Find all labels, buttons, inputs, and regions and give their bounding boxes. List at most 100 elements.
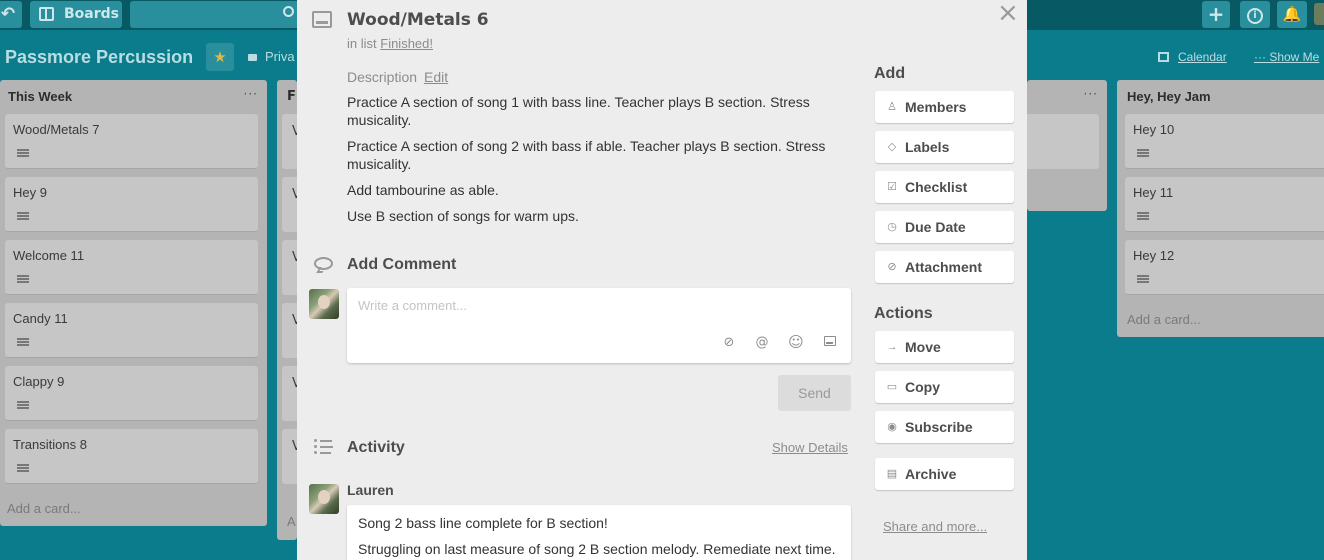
description-paragraph: Add tambourine as able. — [347, 182, 499, 198]
info-icon: i — [1247, 8, 1263, 24]
due-date-label: Due Date — [905, 219, 966, 235]
activity-comment: Song 2 bass line complete for B section!… — [347, 505, 851, 560]
card-link-icon[interactable] — [824, 336, 836, 346]
comment-input[interactable]: Write a comment... ⊘ @ ☺ — [347, 288, 851, 363]
list-card[interactable]: V — [282, 366, 301, 421]
list-card[interactable]: V — [282, 240, 301, 295]
comment-placeholder: Write a comment... — [358, 298, 467, 313]
list-card[interactable]: Hey 9 — [5, 177, 258, 232]
list-card[interactable]: Candy 11 — [5, 303, 258, 358]
description-edit-link[interactable]: Edit — [424, 69, 448, 85]
list-card[interactable]: Hey 10 — [1125, 114, 1324, 169]
description-icon — [17, 212, 29, 220]
list-title[interactable]: F — [287, 89, 296, 104]
list-name-link[interactable]: Finished! — [380, 36, 433, 51]
add-card-link[interactable]: A — [287, 514, 296, 529]
activity-comment-line: Struggling on last measure of song 2 B s… — [358, 541, 836, 557]
add-card-link[interactable]: Add a card... — [1127, 312, 1201, 327]
search-icon — [283, 6, 294, 17]
back-icon: ↶ — [0, 4, 16, 24]
attachment-icon[interactable]: ⊘ — [721, 335, 737, 350]
calendar-link[interactable]: Calendar — [1158, 50, 1227, 64]
star-button[interactable]: ★ — [206, 43, 234, 71]
list-menu-icon[interactable]: ··· — [244, 87, 258, 101]
avatar — [309, 484, 339, 514]
lock-icon — [248, 54, 257, 61]
comment-icon — [314, 257, 333, 270]
members-button[interactable]: ♙ Members — [875, 91, 1014, 123]
subscribe-label: Subscribe — [905, 419, 973, 435]
eye-icon: ◉ — [887, 421, 897, 433]
list-card[interactable]: Welcome 11 — [5, 240, 258, 295]
list-card[interactable]: V — [282, 177, 301, 232]
due-date-button[interactable]: ◷ Due Date — [875, 211, 1014, 243]
description-icon — [17, 464, 29, 472]
user-avatar[interactable] — [1314, 3, 1324, 25]
show-details-link[interactable]: Show Details — [772, 440, 848, 455]
calendar-icon — [1158, 52, 1169, 62]
share-and-more-link[interactable]: Share and more... — [883, 519, 987, 534]
visibility-button[interactable]: Priva — [248, 49, 295, 64]
emoji-icon[interactable]: ☺ — [788, 333, 804, 351]
send-button[interactable]: Send — [778, 375, 851, 411]
checklist-button[interactable]: ☑ Checklist — [875, 171, 1014, 203]
card-icon — [312, 11, 332, 28]
list-card[interactable]: Hey 12 — [1125, 240, 1324, 295]
activity-user-name[interactable]: Lauren — [347, 482, 394, 498]
show-menu-link[interactable]: ··· Show Me — [1254, 50, 1319, 64]
card-title-heading[interactable]: Wood/Metals 6 — [347, 10, 489, 30]
add-button[interactable]: + — [1202, 1, 1230, 28]
card-title: Welcome 11 — [13, 248, 85, 263]
description-text[interactable]: Practice A section of song 1 with bass l… — [347, 93, 847, 233]
member-icon: ♙ — [887, 101, 897, 113]
copy-button[interactable]: ▭ Copy — [875, 371, 1014, 403]
paperclip-icon: ⊘ — [887, 261, 897, 273]
description-icon — [17, 149, 29, 157]
activity-comment-line: Song 2 bass line complete for B section! — [358, 515, 608, 531]
list-card[interactable]: V — [282, 303, 301, 358]
notifications-button[interactable]: 🔔 — [1277, 1, 1307, 28]
list-hey-hey-jam: Hey, Hey Jam Hey 10 Hey 11 Hey 12 Add a … — [1117, 80, 1324, 337]
activity-title: Activity — [347, 439, 405, 456]
card-title: Hey 9 — [13, 185, 47, 200]
list-card[interactable]: Wood/Metals 7 — [5, 114, 258, 169]
mention-icon[interactable]: @ — [754, 335, 770, 350]
list-title[interactable]: This Week — [8, 89, 72, 104]
list-card[interactable]: Clappy 9 — [5, 366, 258, 421]
checklist-label: Checklist — [905, 179, 968, 195]
move-button[interactable]: → Move — [875, 331, 1014, 363]
activity-icon — [314, 439, 333, 455]
search-input[interactable] — [130, 1, 300, 28]
close-icon[interactable]: × — [997, 0, 1019, 26]
boards-button[interactable]: Boards — [30, 1, 122, 28]
list-card[interactable]: V — [282, 429, 301, 484]
description-paragraph: Practice A section of song 1 with bass l… — [347, 94, 810, 128]
card-title: Clappy 9 — [13, 374, 65, 389]
description-icon — [17, 338, 29, 346]
list-title[interactable]: Hey, Hey Jam — [1127, 89, 1211, 104]
list-third: ··· — [1027, 80, 1107, 211]
archive-label: Archive — [905, 466, 957, 482]
visibility-label: Priva — [265, 49, 295, 64]
arrow-right-icon: → — [886, 341, 898, 353]
add-section-title: Add — [874, 65, 906, 82]
add-card-link[interactable]: Add a card... — [7, 501, 81, 516]
actions-section-title: Actions — [874, 305, 933, 322]
star-icon: ★ — [213, 48, 227, 66]
labels-button[interactable]: ◇ Labels — [875, 131, 1014, 163]
plus-icon: + — [1207, 2, 1225, 26]
subscribe-button[interactable]: ◉ Subscribe — [875, 411, 1014, 443]
list-card[interactable] — [1027, 114, 1099, 169]
list-card[interactable]: V — [282, 114, 301, 169]
attachment-button[interactable]: ⊘ Attachment — [875, 251, 1014, 283]
list-menu-icon[interactable]: ··· — [1084, 87, 1098, 101]
list-card[interactable]: Transitions 8 — [5, 429, 258, 484]
copy-icon: ▭ — [886, 381, 898, 393]
archive-button[interactable]: ▤ Archive — [875, 458, 1014, 490]
move-label: Move — [905, 339, 941, 355]
description-icon — [17, 401, 29, 409]
back-button[interactable]: ↶ — [0, 1, 22, 28]
board-title[interactable]: Passmore Percussion — [5, 47, 193, 68]
info-button[interactable]: i — [1240, 1, 1270, 28]
list-card[interactable]: Hey 11 — [1125, 177, 1324, 232]
